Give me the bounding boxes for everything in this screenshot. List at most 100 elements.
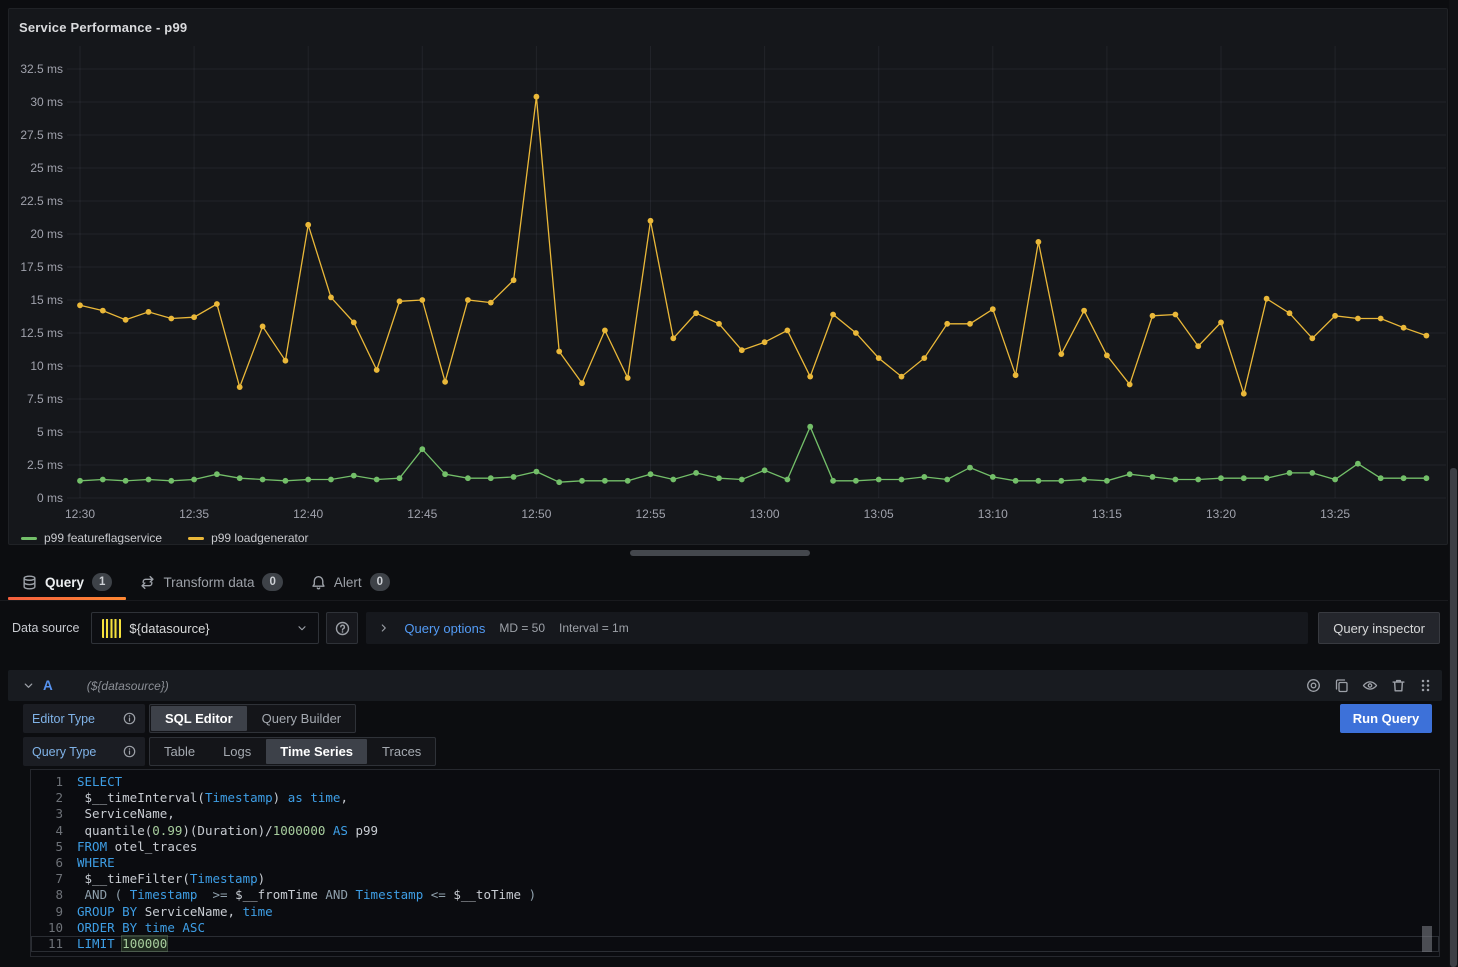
datasource-help-button[interactable] (326, 612, 358, 644)
sql-line-7[interactable]: 7 $__timeFilter(Timestamp) (31, 871, 1439, 887)
svg-text:20 ms: 20 ms (30, 227, 63, 241)
sql-code-text: GROUP BY ServiceName, time (77, 904, 1439, 920)
sql-line-9[interactable]: 9GROUP BY ServiceName, time (31, 904, 1439, 920)
drag-query-handle[interactable] (1419, 678, 1432, 693)
svg-text:13:10: 13:10 (978, 507, 1008, 521)
sql-code-text: ORDER BY time ASC (77, 920, 1439, 936)
sql-line-8[interactable]: 8 AND ( Timestamp >= $__fromTime AND Tim… (31, 887, 1439, 903)
sql-line-2[interactable]: 2 $__timeInterval(Timestamp) as time, (31, 790, 1439, 806)
tab-transform-data[interactable]: Transform data 0 (126, 564, 296, 600)
svg-text:13:25: 13:25 (1320, 507, 1350, 521)
interval-value: Interval = 1m (559, 621, 629, 635)
svg-text:12.5 ms: 12.5 ms (20, 326, 63, 340)
bell-icon (311, 575, 326, 590)
query-type-label-box: Query Type (23, 737, 145, 766)
clickhouse-datasource-icon (102, 619, 121, 638)
hide-response-button[interactable] (1362, 678, 1378, 693)
timeseries-chart[interactable]: 0 ms2.5 ms5 ms7.5 ms10 ms12.5 ms15 ms17.… (9, 9, 1449, 523)
sql-line-5[interactable]: 5FROM otel_traces (31, 839, 1439, 855)
legend-item-p99-featureflagservice[interactable]: p99 featureflagservice (21, 531, 162, 545)
sql-line-3[interactable]: 3 ServiceName, (31, 806, 1439, 822)
option-time-series[interactable]: Time Series (266, 739, 367, 764)
option-traces[interactable]: Traces (368, 738, 435, 765)
timeseries-panel: 0 ms2.5 ms5 ms7.5 ms10 ms12.5 ms15 ms17.… (8, 8, 1448, 545)
svg-text:12:35: 12:35 (179, 507, 209, 521)
svg-text:0 ms: 0 ms (37, 491, 63, 505)
svg-text:12:55: 12:55 (635, 507, 665, 521)
tab-label: Transform data (163, 575, 254, 590)
sql-line-6[interactable]: 6WHERE (31, 855, 1439, 871)
info-icon[interactable] (123, 745, 136, 758)
editor-type-options: SQL Editor Query Builder (149, 704, 356, 733)
sql-line-11[interactable]: 11LIMIT 100000 (31, 936, 1439, 952)
datasource-picker[interactable]: ${datasource} (91, 612, 319, 644)
svg-text:12:45: 12:45 (407, 507, 437, 521)
line-number: 10 (31, 920, 77, 936)
svg-text:12:40: 12:40 (293, 507, 323, 521)
svg-text:7.5 ms: 7.5 ms (27, 392, 63, 406)
legend-item-p99-loadgenerator[interactable]: p99 loadgenerator (188, 531, 308, 545)
query-options-link[interactable]: Query options (404, 621, 485, 636)
horizontal-scrollbar[interactable] (0, 549, 1448, 557)
sql-code-text: quantile(0.99)(Duration)/1000000 AS p99 (77, 823, 1439, 839)
option-table[interactable]: Table (150, 738, 209, 765)
page-vertical-scrollbar[interactable] (1449, 0, 1458, 967)
line-number: 3 (31, 806, 77, 822)
editor-type-label: Editor Type (32, 712, 115, 726)
svg-text:32.5 ms: 32.5 ms (20, 62, 63, 76)
sql-code-editor[interactable]: 1SELECT2 $__timeInterval(Timestamp) as t… (30, 769, 1440, 957)
legend-series-label: p99 featureflagservice (44, 531, 162, 545)
line-number: 1 (31, 774, 77, 790)
tab-alert[interactable]: Alert 0 (297, 564, 404, 600)
copy-icon (1334, 678, 1349, 693)
svg-text:17.5 ms: 17.5 ms (20, 260, 63, 274)
datasource-value: ${datasource} (129, 621, 288, 636)
line-number: 7 (31, 871, 77, 887)
run-query-button[interactable]: Run Query (1340, 704, 1432, 733)
svg-text:10 ms: 10 ms (30, 359, 63, 373)
query-inspector-button[interactable]: Query inspector (1318, 612, 1440, 644)
chart-axes: 0 ms2.5 ms5 ms7.5 ms10 ms12.5 ms15 ms17.… (20, 62, 1350, 521)
svg-text:22.5 ms: 22.5 ms (20, 194, 63, 208)
option-sql-editor[interactable]: SQL Editor (151, 706, 247, 731)
query-type-options: Table Logs Time Series Traces (149, 737, 436, 766)
disable-query-button[interactable] (1306, 678, 1321, 693)
chevron-right-icon (378, 622, 390, 634)
svg-text:15 ms: 15 ms (30, 293, 63, 307)
sql-code-text: SELECT (77, 774, 1439, 790)
sql-code-text: ServiceName, (77, 806, 1439, 822)
option-logs[interactable]: Logs (209, 738, 265, 765)
max-data-points-value: MD = 50 (499, 621, 545, 635)
collapse-query-chevron[interactable] (22, 679, 35, 692)
record-circle-icon (1306, 678, 1321, 693)
tab-count-badge: 0 (370, 573, 390, 591)
info-icon[interactable] (123, 712, 136, 725)
page-scrollbar-thumb[interactable] (1450, 468, 1457, 967)
line-number: 6 (31, 855, 77, 871)
query-toolbar: Data source ${datasource} Query options … (8, 612, 1440, 644)
option-query-builder[interactable]: Query Builder (248, 705, 355, 732)
sql-code-text: AND ( Timestamp >= $__fromTime AND Times… (77, 887, 1439, 903)
remove-query-button[interactable] (1391, 678, 1406, 693)
panel-title[interactable]: Service Performance - p99 (19, 20, 187, 35)
line-number: 11 (31, 936, 77, 952)
query-row-header[interactable]: A (${datasource}) (8, 670, 1442, 701)
duplicate-query-button[interactable] (1334, 678, 1349, 693)
panel-editor-tabs: Query 1 Transform data 0 Alert 0 (0, 564, 1448, 601)
eye-icon (1362, 678, 1378, 693)
sql-line-1[interactable]: 1SELECT (31, 774, 1439, 790)
query-options-bar[interactable]: Query options MD = 50 Interval = 1m (366, 612, 1308, 644)
line-number: 2 (31, 790, 77, 806)
svg-text:30 ms: 30 ms (30, 95, 63, 109)
sql-line-4[interactable]: 4 quantile(0.99)(Duration)/1000000 AS p9… (31, 823, 1439, 839)
legend-series-label: p99 loadgenerator (211, 531, 308, 545)
tab-query[interactable]: Query 1 (8, 564, 126, 600)
sql-line-10[interactable]: 10ORDER BY time ASC (31, 920, 1439, 936)
horizontal-scrollbar-thumb[interactable] (630, 550, 810, 556)
editor-scrollbar-thumb[interactable] (1422, 926, 1432, 952)
datasource-label: Data source (8, 621, 91, 635)
query-ref-id[interactable]: A (43, 678, 53, 693)
series-p99-loadgenerator (77, 94, 1429, 397)
svg-text:25 ms: 25 ms (30, 161, 63, 175)
sql-code-text: $__timeFilter(Timestamp) (77, 871, 1439, 887)
